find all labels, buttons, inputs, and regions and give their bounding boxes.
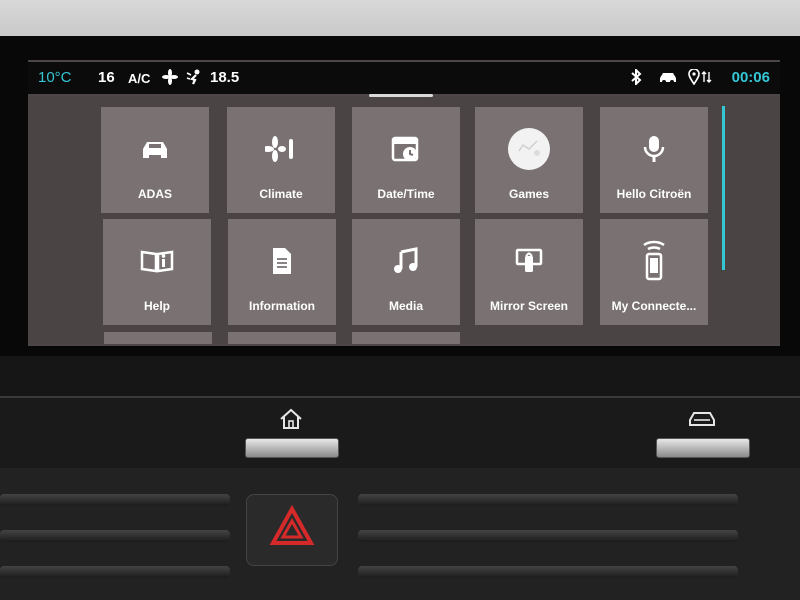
hazard-button[interactable]: [246, 494, 338, 566]
home-icon: [279, 408, 303, 435]
music-note-icon: [394, 247, 418, 273]
app-label: Information: [249, 299, 315, 313]
app-tile-my-connected[interactable]: My Connecte...: [600, 219, 708, 325]
app-label: Climate: [259, 187, 303, 201]
microphone-icon: [643, 136, 665, 162]
games-icon: [508, 128, 550, 170]
vehicle-button[interactable]: [656, 438, 750, 458]
app-grid: ADAS Climate Date/Time Games Hello Citro…: [28, 96, 780, 344]
app-tile-date-time[interactable]: Date/Time: [352, 107, 460, 213]
bluetooth-icon: [630, 67, 642, 89]
app-label: Hello Citroën: [616, 187, 692, 201]
app-label: ADAS: [137, 187, 172, 201]
exterior-temperature: 10°C: [38, 69, 72, 86]
app-tile-hello-citroen[interactable]: Hello Citroën: [600, 107, 708, 213]
mirror-screen-icon: [515, 248, 543, 272]
hardware-button-panel: [0, 396, 800, 468]
book-info-icon: [140, 250, 174, 273]
vent-slat[interactable]: [0, 530, 230, 542]
car-icon: [143, 142, 167, 158]
app-tile-mirror-screen[interactable]: Mirror Screen: [475, 219, 583, 325]
lower-bezel: [0, 356, 800, 396]
app-tile-help[interactable]: Help: [103, 219, 211, 325]
ac-status[interactable]: A/C: [128, 71, 150, 86]
car-icon: [688, 410, 716, 433]
calendar-clock-icon: [391, 136, 419, 162]
location-sharing-icon: [688, 68, 714, 89]
app-tile-partial[interactable]: [104, 332, 212, 344]
app-tile-partial[interactable]: [228, 332, 336, 344]
vent-slat[interactable]: [0, 566, 230, 578]
app-tile-climate[interactable]: Climate: [227, 107, 335, 213]
vent-slat[interactable]: [358, 566, 738, 578]
app-tile-adas[interactable]: ADAS: [101, 107, 209, 213]
app-label: Mirror Screen: [489, 299, 569, 313]
vent-slat[interactable]: [358, 530, 738, 542]
cabin-temperature-right[interactable]: 18.5: [210, 69, 239, 86]
fan-icon[interactable]: [162, 69, 178, 89]
cabin-temperature-left[interactable]: 16: [98, 69, 115, 86]
connected-phone-icon: [643, 240, 665, 281]
air-vents: [0, 468, 800, 600]
dashboard-top-trim: [0, 0, 800, 36]
hazard-icon: [269, 504, 315, 545]
airflow-icon[interactable]: [186, 69, 204, 89]
app-grid-scrollbar[interactable]: [722, 106, 725, 270]
vent-slat[interactable]: [358, 494, 738, 506]
vent-slat[interactable]: [0, 494, 230, 506]
app-tile-media[interactable]: Media: [352, 219, 460, 325]
app-label: Help: [143, 299, 170, 313]
document-icon: [273, 248, 291, 274]
home-button[interactable]: [245, 438, 339, 458]
status-bar: 10°C 16 A/C 18.5 00:06: [28, 62, 780, 94]
app-label: Date/Time: [377, 187, 435, 201]
drawer-handle[interactable]: [369, 94, 433, 97]
app-label: Games: [508, 187, 550, 201]
app-tile-information[interactable]: Information: [228, 219, 336, 325]
clock: 00:06: [731, 69, 770, 86]
app-tile-partial[interactable]: [352, 332, 460, 344]
app-label: My Connecte...: [611, 299, 697, 313]
connected-car-icon: [658, 70, 680, 88]
app-tile-games[interactable]: Games: [475, 107, 583, 213]
fan-icon: [265, 136, 293, 162]
app-label: Media: [388, 299, 423, 313]
